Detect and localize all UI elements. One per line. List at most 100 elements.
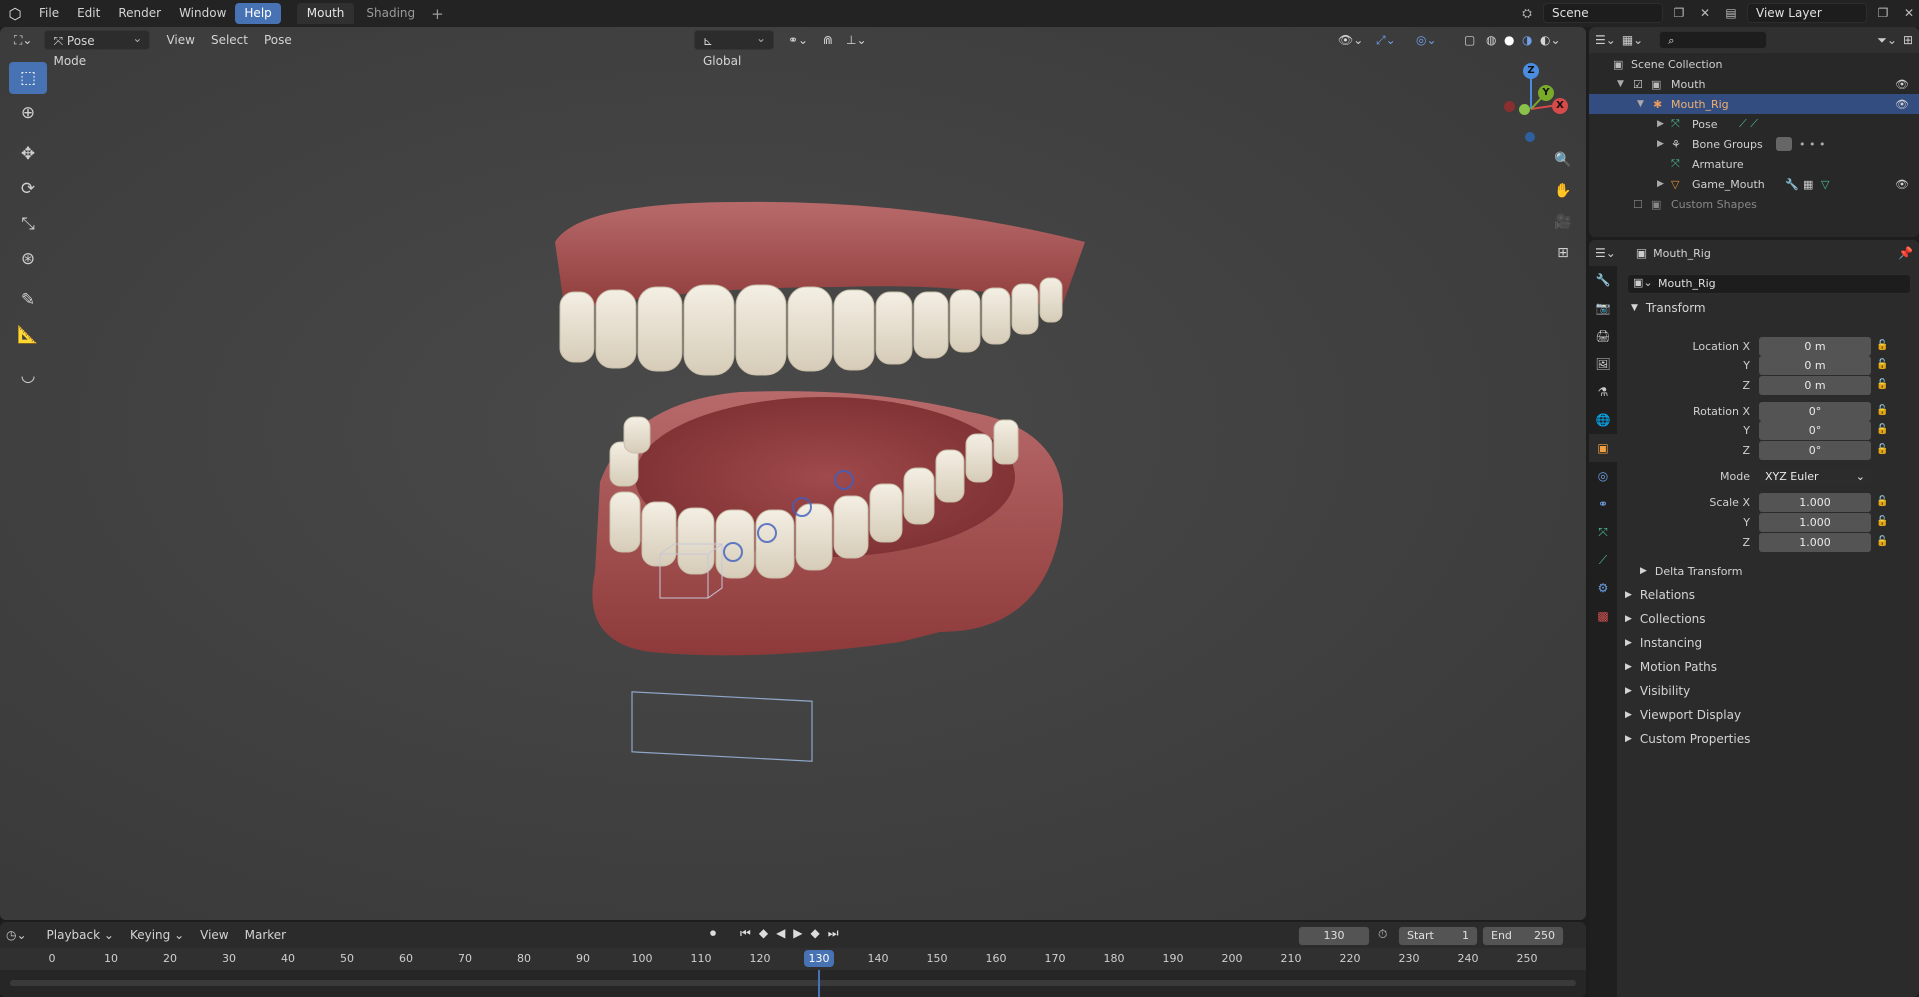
lock-icon[interactable]: 🔓 <box>1876 359 1888 370</box>
timeline-editor-type-icon[interactable]: ◷⌄ <box>6 928 27 942</box>
gizmo-neg-y[interactable] <box>1519 104 1530 115</box>
custom-properties-section[interactable]: ▶ Custom Properties <box>1625 729 1919 749</box>
gizmo-neg-z[interactable] <box>1525 132 1535 142</box>
location-x-field[interactable]: 0 m <box>1759 337 1871 356</box>
outliner-row-armature[interactable]: ⤧ Armature <box>1589 154 1919 174</box>
armature-data-tab-icon[interactable]: ⤧ <box>1589 518 1617 546</box>
properties-editor-type-icon[interactable]: ☰⌄ <box>1595 246 1616 260</box>
record-icon[interactable]: ⏺ <box>710 926 716 941</box>
blender-logo-icon[interactable]: ⬡ <box>0 0 30 27</box>
pan-hand-icon[interactable]: ✋ <box>1550 178 1576 204</box>
rotation-x-field[interactable]: 0° <box>1759 402 1871 421</box>
rotation-mode-dropdown[interactable]: XYZ Euler ⌄ <box>1759 467 1871 486</box>
outliner-row-game-mouth[interactable]: ▶ ▽ Game_Mouth 🔧 ▦ ▽ 👁 <box>1589 174 1919 194</box>
overlays-toggle-icon[interactable]: ◎⌄ <box>1408 30 1445 50</box>
outliner-row-scene-collection[interactable]: ▣ Scene Collection <box>1589 54 1919 74</box>
lock-icon[interactable]: 🔓 <box>1876 496 1888 507</box>
rotation-y-field[interactable]: 0° <box>1759 421 1871 440</box>
new-collection-icon[interactable]: ⊞ <box>1903 33 1913 47</box>
bone-constraint-tab-icon[interactable]: ⚙ <box>1589 574 1617 602</box>
bone-tab-icon[interactable]: ⟋ <box>1589 546 1617 574</box>
pose-relax-icon[interactable]: ◡ <box>9 360 47 392</box>
snap-target-icon[interactable]: ⊥⌄ <box>838 30 875 50</box>
filter-icon[interactable]: ⏷⌄ <box>1877 33 1897 48</box>
view-layer-field[interactable]: View Layer <box>1747 3 1867 23</box>
object-tab-icon[interactable]: ▣ <box>1589 434 1617 462</box>
transform-icon[interactable]: ⊛ <box>9 243 47 275</box>
gizmo-neg-x[interactable] <box>1504 101 1515 112</box>
location-z-field[interactable]: 0 m <box>1759 376 1871 395</box>
collections-section[interactable]: ▶ Collections <box>1625 609 1919 629</box>
eye-icon[interactable]: 👁 <box>1895 98 1909 111</box>
gizmo-x-axis[interactable]: X <box>1552 98 1568 114</box>
instancing-section[interactable]: ▶ Instancing <box>1625 633 1919 653</box>
annotate-icon[interactable]: ✎ <box>9 284 47 316</box>
menu-view[interactable]: View <box>158 30 202 50</box>
mouth-model-render[interactable] <box>540 192 1100 792</box>
gizmo-y-axis[interactable]: Y <box>1538 85 1554 101</box>
scene-name-field[interactable]: Scene <box>1543 3 1663 23</box>
outliner-row-bone-groups[interactable]: ▶ ⚘ Bone Groups • • • <box>1589 134 1919 154</box>
object-type-icon[interactable]: ▣⌄ <box>1633 276 1653 289</box>
scale-icon[interactable]: ⤡ <box>9 208 47 240</box>
start-frame-field[interactable]: Start 1 <box>1398 926 1478 946</box>
scale-y-field[interactable]: 1.000 <box>1759 513 1871 532</box>
checkbox-icon[interactable]: ☐ <box>1633 198 1643 211</box>
jump-start-icon[interactable]: ⏮ <box>740 926 751 941</box>
bone-icon[interactable]: ⟋ ⟋ <box>1739 117 1758 131</box>
view-layer-tab-icon[interactable]: 🖼 <box>1589 350 1617 378</box>
menu-render[interactable]: Render <box>109 3 170 24</box>
object-name-field[interactable]: Mouth_Rig <box>1627 274 1911 294</box>
visibility-filter-icon[interactable]: 👁⌄ <box>1330 30 1371 50</box>
outliner-row-mouth-rig[interactable]: ▼ ✱ Mouth_Rig 👁 <box>1589 94 1919 114</box>
outliner-editor-type-icon[interactable]: ☰⌄ <box>1595 33 1616 47</box>
output-tab-icon[interactable]: 🖨 <box>1589 322 1617 350</box>
render-tab-icon[interactable]: 📷 <box>1589 294 1617 322</box>
texture-tab-icon[interactable]: ▩ <box>1589 602 1617 630</box>
camera-view-icon[interactable]: 🎥 <box>1550 209 1576 235</box>
transform-section-header[interactable]: ▼ Transform <box>1619 298 1919 318</box>
expand-right-icon[interactable]: ▶ <box>1657 139 1664 149</box>
lock-icon[interactable]: 🔓 <box>1876 405 1888 416</box>
outliner-row-pose[interactable]: ▶ ⤧ Pose ⟋ ⟋ <box>1589 114 1919 134</box>
current-frame-field[interactable]: 130 <box>1298 926 1370 946</box>
3d-viewport[interactable]: ⛶⌄ ⤧ Pose Mode View Select Pose ⊾ Global… <box>0 27 1586 920</box>
checkbox-icon[interactable]: ☑ <box>1633 78 1643 91</box>
display-mode-icon[interactable]: ▦⌄ <box>1622 33 1643 47</box>
move-icon[interactable]: ✥ <box>9 138 47 170</box>
new-scene-icon[interactable]: ❐ <box>1669 3 1689 23</box>
stopwatch-icon[interactable]: ⏱ <box>1378 927 1387 942</box>
tool-tab-icon[interactable]: 🔧 <box>1589 266 1617 294</box>
eye-icon[interactable]: 👁 <box>1895 178 1909 191</box>
scale-x-field[interactable]: 1.000 <box>1759 493 1871 512</box>
add-workspace-button[interactable]: + <box>431 5 444 23</box>
rotate-icon[interactable]: ⟳ <box>9 173 47 205</box>
eye-icon[interactable]: 👁 <box>1895 78 1909 91</box>
color-swatch[interactable] <box>1776 137 1792 151</box>
scale-z-field[interactable]: 1.000 <box>1759 533 1871 552</box>
scene-selector-icon[interactable]: ⛭ <box>1517 3 1537 23</box>
physics-tab-icon[interactable]: ◎ <box>1589 462 1617 490</box>
pivot-point-icon[interactable]: ⚭⌄ <box>780 30 816 50</box>
world-tab-icon[interactable]: 🌐 <box>1589 406 1617 434</box>
menu-window[interactable]: Window <box>170 3 235 24</box>
gizmo-z-axis[interactable]: Z <box>1523 63 1539 79</box>
view-layer-selector-icon[interactable]: ▤ <box>1721 3 1741 23</box>
delete-view-layer-icon[interactable]: ✕ <box>1899 3 1919 23</box>
mode-dropdown[interactable]: ⤧ Pose Mode <box>44 28 151 68</box>
lock-icon[interactable]: 🔓 <box>1876 424 1888 435</box>
jump-end-icon[interactable]: ⏭ <box>828 926 839 941</box>
motion-paths-section[interactable]: ▶ Motion Paths <box>1625 657 1919 677</box>
viewport-display-section[interactable]: ▶ Viewport Display <box>1625 705 1919 725</box>
menu-edit[interactable]: Edit <box>68 3 109 24</box>
menu-marker[interactable]: Marker <box>237 925 294 945</box>
jump-keyframe-forward-icon[interactable]: ◆ <box>811 926 820 941</box>
playhead-line[interactable] <box>818 970 820 997</box>
navigation-gizmo[interactable]: Z X Y <box>1486 57 1576 147</box>
relations-section[interactable]: ▶ Relations <box>1625 585 1919 605</box>
editor-type-icon[interactable]: ⛶⌄ <box>6 30 40 50</box>
zoom-icon[interactable]: 🔍 <box>1550 147 1576 173</box>
timeline-scrollbar[interactable] <box>10 980 1576 986</box>
play-reverse-icon[interactable]: ◀ <box>776 926 785 941</box>
menu-select[interactable]: Select <box>203 30 256 50</box>
